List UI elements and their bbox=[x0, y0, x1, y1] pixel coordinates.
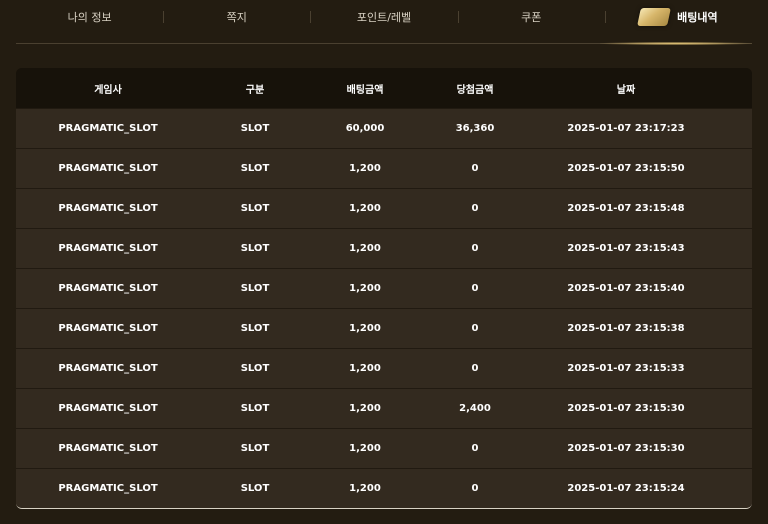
win-amount-cell: 0 bbox=[471, 283, 479, 294]
column-header-bet-amount: 배팅금액 bbox=[346, 84, 384, 96]
win-amount-cell: 0 bbox=[471, 323, 479, 334]
table-header: 게임사 구분 배팅금액 당첨금액 날짜 bbox=[16, 68, 752, 108]
date-cell: 2025-01-07 23:15:30 bbox=[567, 403, 685, 414]
bet-amount-cell: 1,200 bbox=[349, 243, 381, 254]
category-cell: SLOT bbox=[240, 243, 270, 254]
category-cell: SLOT bbox=[240, 443, 270, 454]
provider-cell: PRAGMATIC_SLOT bbox=[58, 283, 158, 294]
date-cell: 2025-01-07 23:15:30 bbox=[567, 443, 685, 454]
win-amount-cell: 0 bbox=[471, 243, 479, 254]
provider-cell: PRAGMATIC_SLOT bbox=[58, 323, 158, 334]
category-cell: SLOT bbox=[240, 203, 270, 214]
category-cell: SLOT bbox=[240, 403, 270, 414]
column-header-date: 날짜 bbox=[616, 84, 636, 96]
provider-cell: PRAGMATIC_SLOT bbox=[58, 363, 158, 374]
bet-amount-cell: 1,200 bbox=[349, 363, 381, 374]
tab-coupon[interactable]: 쿠폰 bbox=[457, 0, 605, 34]
column-header-win-amount: 당첨금액 bbox=[456, 84, 494, 96]
provider-cell: PRAGMATIC_SLOT bbox=[58, 403, 158, 414]
table-row[interactable]: PRAGMATIC_SLOT SLOT 1,200 2,400 2025-01-07 2… bbox=[16, 388, 752, 428]
table-row[interactable]: PRAGMATIC_SLOT SLOT 1,200 0 2025-01-07 23:15… bbox=[16, 428, 752, 468]
provider-cell: PRAGMATIC_SLOT bbox=[58, 203, 158, 214]
table-row[interactable]: PRAGMATIC_SLOT SLOT 1,200 0 2025-01-07 23:15… bbox=[16, 268, 752, 308]
table-row[interactable]: PRAGMATIC_SLOT SLOT 1,200 0 2025-01-07 23:15… bbox=[16, 348, 752, 388]
bet-amount-cell: 1,200 bbox=[349, 203, 381, 214]
bet-amount-cell: 1,200 bbox=[349, 163, 381, 174]
provider-cell: PRAGMATIC_SLOT bbox=[58, 443, 158, 454]
date-cell: 2025-01-07 23:15:50 bbox=[567, 163, 685, 174]
win-amount-cell: 0 bbox=[471, 443, 479, 454]
table-row[interactable]: PRAGMATIC_SLOT SLOT 1,200 0 2025-01-07 23:15… bbox=[16, 308, 752, 348]
column-header-category: 구분 bbox=[245, 84, 265, 96]
table-body: PRAGMATIC_SLOT SLOT 60,000 36,360 2025-01-07… bbox=[16, 108, 752, 508]
category-cell: SLOT bbox=[240, 483, 270, 494]
tab-label: 배팅내역 bbox=[677, 11, 718, 24]
bet-amount-cell: 1,200 bbox=[349, 483, 381, 494]
date-cell: 2025-01-07 23:15:43 bbox=[567, 243, 685, 254]
tab-label: 나의 정보 bbox=[67, 11, 112, 24]
provider-cell: PRAGMATIC_SLOT bbox=[58, 243, 158, 254]
tab-points-level[interactable]: 포인트/레벨 bbox=[310, 0, 457, 34]
date-cell: 2025-01-07 23:17:23 bbox=[567, 123, 685, 134]
tab-label: 포인트/레벨 bbox=[356, 11, 412, 24]
category-cell: SLOT bbox=[240, 283, 270, 294]
bet-amount-cell: 1,200 bbox=[349, 443, 381, 454]
bet-amount-cell: 1,200 bbox=[349, 323, 381, 334]
win-amount-cell: 0 bbox=[471, 363, 479, 374]
table-row[interactable]: PRAGMATIC_SLOT SLOT 1,200 0 2025-01-07 23:15… bbox=[16, 188, 752, 228]
win-amount-cell: 0 bbox=[471, 483, 479, 494]
table-row[interactable]: PRAGMATIC_SLOT SLOT 1,200 0 2025-01-07 23:15… bbox=[16, 148, 752, 188]
category-cell: SLOT bbox=[240, 323, 270, 334]
mypage-tabs: 나의 정보 쪽지 포인트/레벨 쿠폰 배팅내역 bbox=[16, 0, 752, 44]
tab-betting-history[interactable]: 배팅내역 bbox=[604, 0, 752, 34]
table-row[interactable]: PRAGMATIC_SLOT SLOT 1,200 0 2025-01-07 23:15… bbox=[16, 228, 752, 268]
provider-cell: PRAGMATIC_SLOT bbox=[58, 163, 158, 174]
win-amount-cell: 36,360 bbox=[455, 123, 495, 134]
betting-history-table: 게임사 구분 배팅금액 당첨금액 날짜 PRAGMATIC_SLOT SLOT 60… bbox=[16, 68, 752, 509]
active-tab-indicator bbox=[600, 42, 752, 45]
table-row[interactable]: PRAGMATIC_SLOT SLOT 60,000 36,360 2025-01-07… bbox=[16, 108, 752, 148]
bet-amount-cell: 1,200 bbox=[349, 403, 381, 414]
win-amount-cell: 0 bbox=[471, 163, 479, 174]
date-cell: 2025-01-07 23:15:38 bbox=[567, 323, 685, 334]
date-cell: 2025-01-07 23:15:24 bbox=[567, 483, 685, 494]
tab-my-info[interactable]: 나의 정보 bbox=[16, 0, 163, 34]
coupon-ticket-icon bbox=[637, 8, 672, 26]
date-cell: 2025-01-07 23:15:33 bbox=[567, 363, 685, 374]
category-cell: SLOT bbox=[240, 363, 270, 374]
win-amount-cell: 2,400 bbox=[459, 403, 491, 414]
category-cell: SLOT bbox=[240, 123, 270, 134]
bet-amount-cell: 60,000 bbox=[345, 123, 385, 134]
provider-cell: PRAGMATIC_SLOT bbox=[58, 123, 158, 134]
column-header-provider: 게임사 bbox=[94, 84, 122, 96]
bet-amount-cell: 1,200 bbox=[349, 283, 381, 294]
tab-label: 쪽지 bbox=[226, 11, 247, 24]
win-amount-cell: 0 bbox=[471, 203, 479, 214]
date-cell: 2025-01-07 23:15:48 bbox=[567, 203, 685, 214]
tab-messages[interactable]: 쪽지 bbox=[163, 0, 310, 34]
table-row[interactable]: PRAGMATIC_SLOT SLOT 1,200 0 2025-01-07 23:15… bbox=[16, 468, 752, 508]
date-cell: 2025-01-07 23:15:40 bbox=[567, 283, 685, 294]
tab-label: 쿠폰 bbox=[521, 11, 542, 24]
category-cell: SLOT bbox=[240, 163, 270, 174]
provider-cell: PRAGMATIC_SLOT bbox=[58, 483, 158, 494]
